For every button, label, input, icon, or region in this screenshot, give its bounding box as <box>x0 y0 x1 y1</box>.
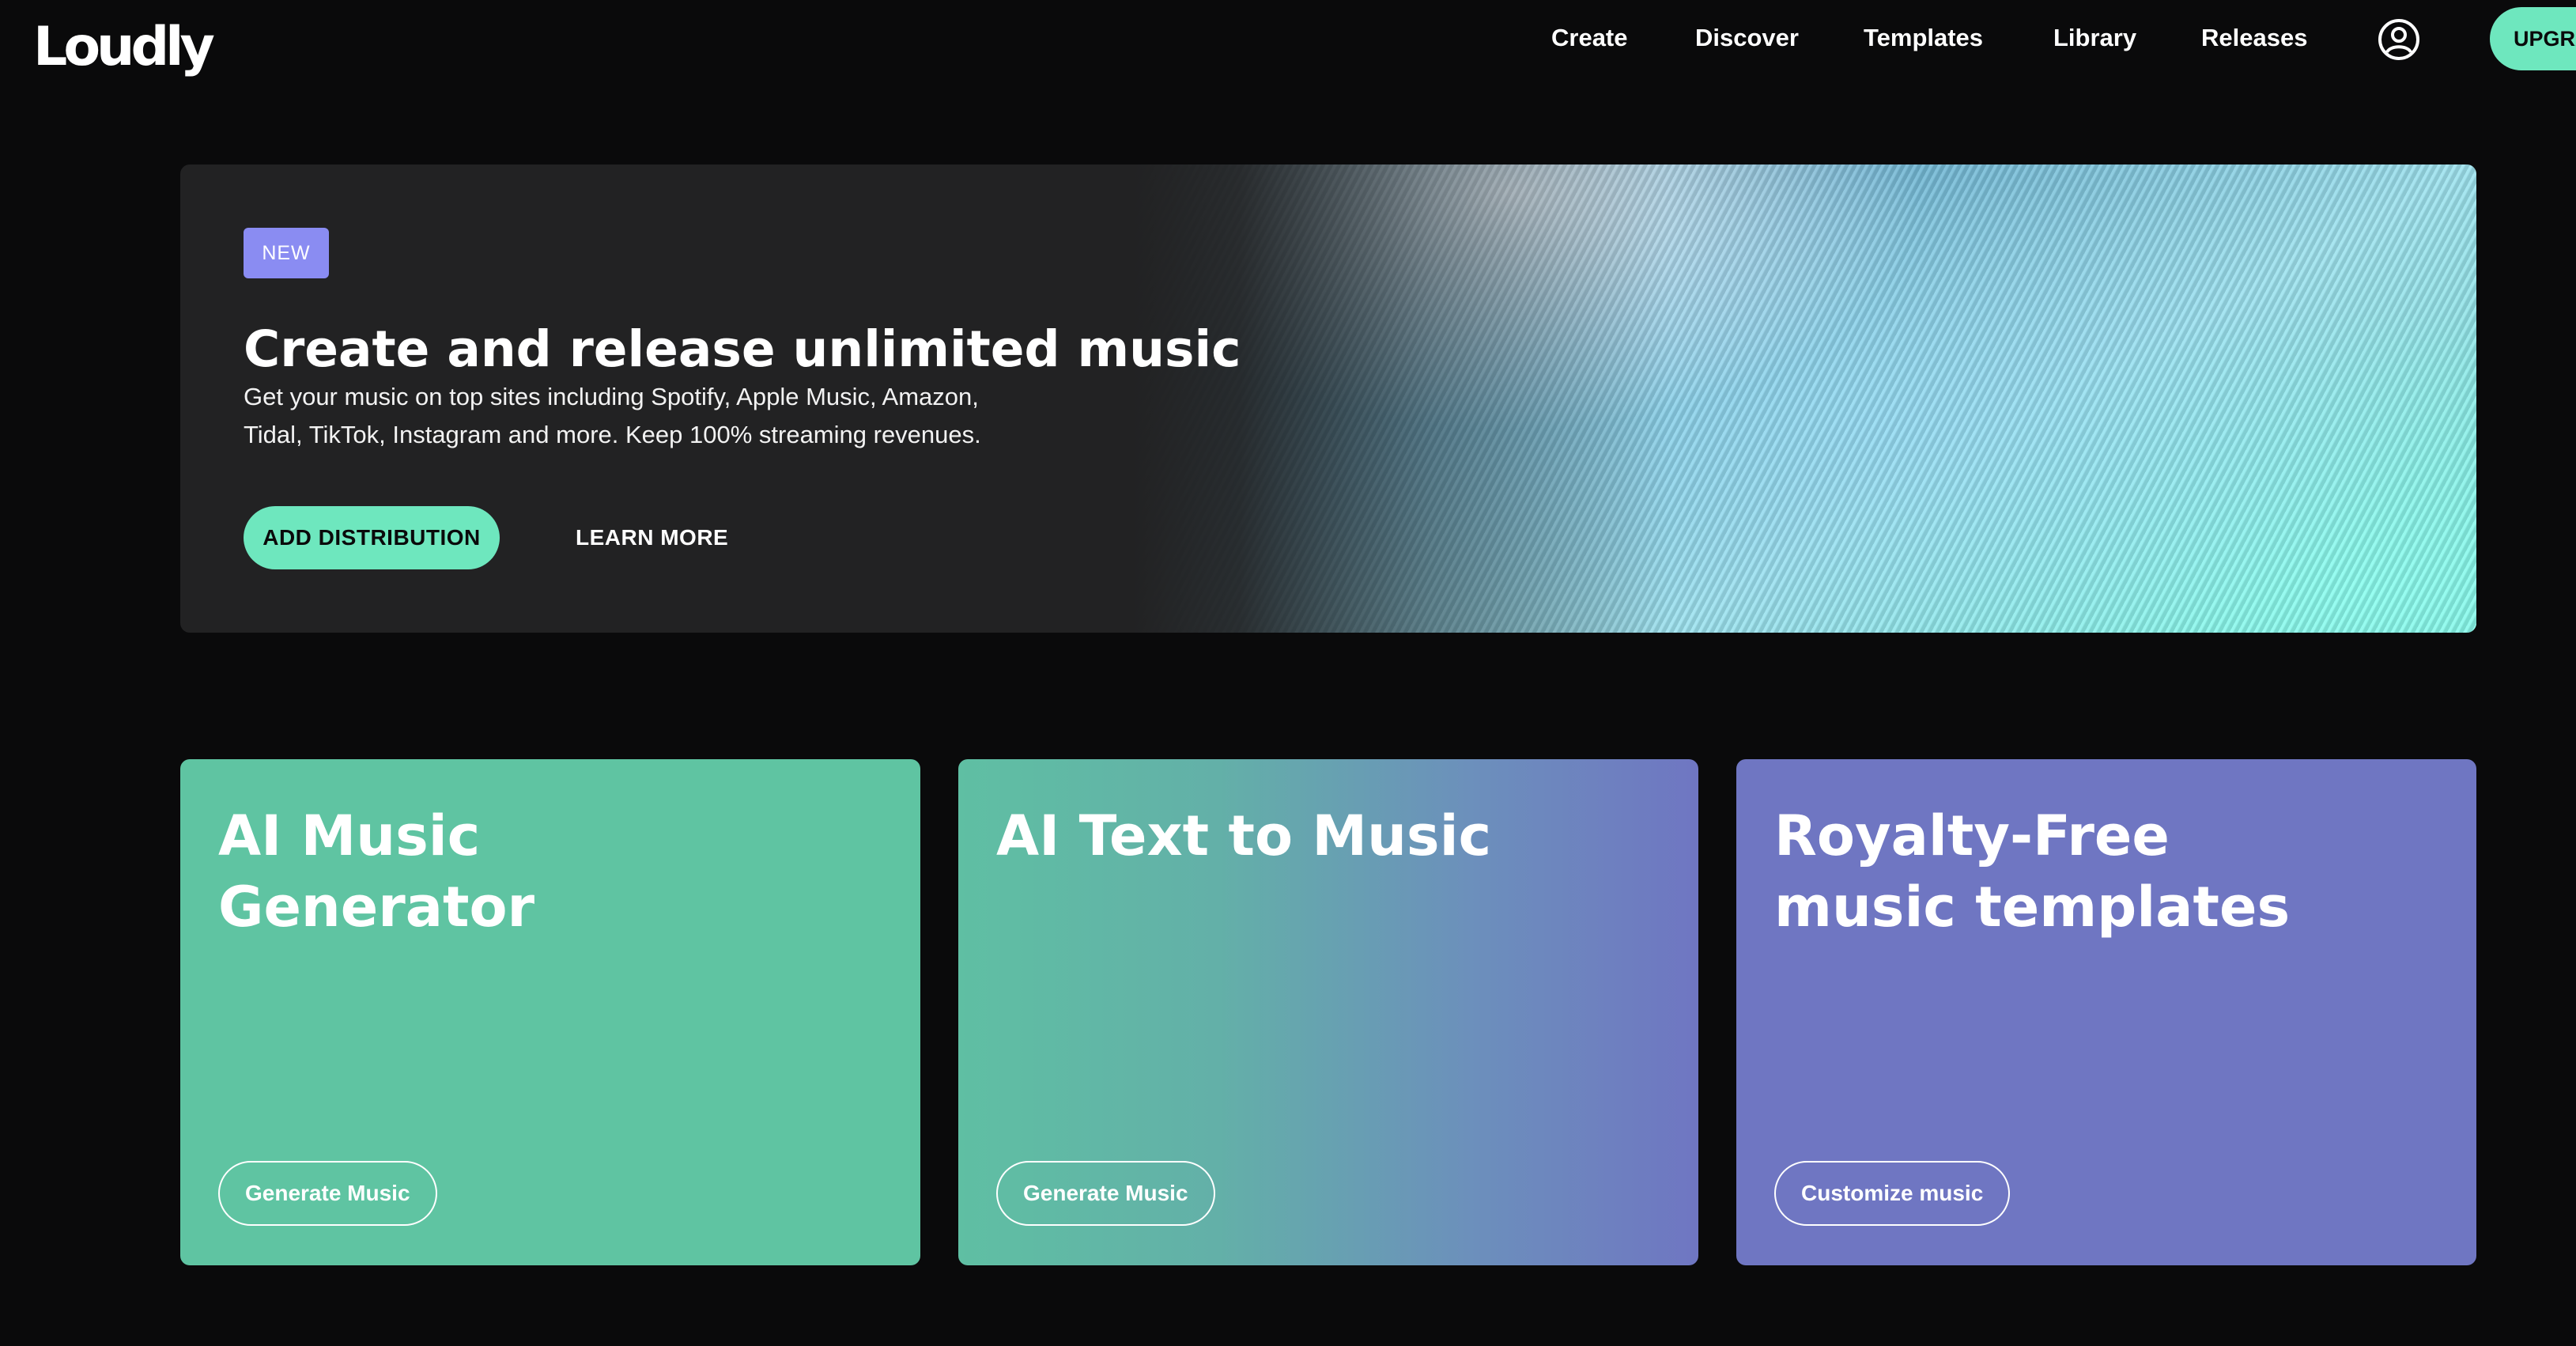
learn-more-button[interactable]: LEARN MORE <box>576 506 728 569</box>
card-title: AI Music Generator <box>218 800 898 943</box>
ai-text-to-music-card[interactable]: AI Text to Music Generate Music <box>958 759 1698 1265</box>
hero-description-line-1: Get your music on top sites including Sp… <box>244 383 979 410</box>
card-title-line-1: Royalty-Free <box>1774 803 2170 868</box>
nav-templates[interactable]: Templates <box>1864 0 1983 76</box>
hero-artwork-fade <box>1132 164 2476 633</box>
nav-discover[interactable]: Discover <box>1695 0 1799 76</box>
royalty-free-templates-card[interactable]: Royalty-Free music templates Customize m… <box>1736 759 2476 1265</box>
nav-create[interactable]: Create <box>1551 0 1628 76</box>
top-navigation-bar: Loudly Create Discover Templates Library… <box>0 0 2576 78</box>
ai-music-generator-card[interactable]: AI Music Generator Generate Music <box>180 759 920 1265</box>
loudly-logo[interactable]: Loudly <box>33 11 215 84</box>
new-badge: NEW <box>244 228 329 278</box>
nav-releases[interactable]: Releases <box>2201 0 2307 76</box>
generate-music-button[interactable]: Generate Music <box>996 1161 1215 1226</box>
upgrade-button[interactable]: UPGRADE <box>2490 7 2576 70</box>
distribution-hero-banner: NEW Create and release unlimited music G… <box>180 164 2476 633</box>
nav-library[interactable]: Library <box>2053 0 2136 76</box>
hero-description-line-2: Tidal, TikTok, Instagram and more. Keep … <box>244 421 981 448</box>
generate-music-button[interactable]: Generate Music <box>218 1161 437 1226</box>
card-title-line-1: AI Text to Music <box>996 803 1492 868</box>
add-distribution-button[interactable]: ADD DISTRIBUTION <box>244 506 500 569</box>
hero-title: Create and release unlimited music <box>244 320 1241 378</box>
card-title: Royalty-Free music templates <box>1774 800 2454 943</box>
card-title-line-1: AI Music <box>218 803 481 868</box>
hero-description: Get your music on top sites including Sp… <box>244 378 1066 454</box>
card-title-line-2: music templates <box>1774 875 2291 940</box>
account-button[interactable] <box>2377 17 2421 62</box>
card-title-line-2: Generator <box>218 875 535 940</box>
card-title: AI Text to Music <box>996 800 1676 871</box>
customize-music-button[interactable]: Customize music <box>1774 1161 2011 1226</box>
user-circle-icon <box>2378 19 2419 60</box>
